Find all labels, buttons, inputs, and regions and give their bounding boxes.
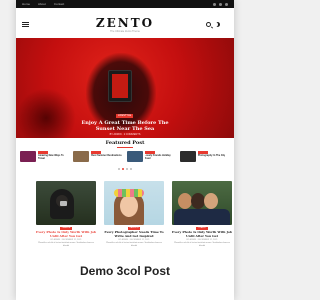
- featured-post-list: Amazing New Ways To Travel Best Summer D…: [20, 151, 230, 165]
- slider-dot-active[interactable]: [122, 168, 124, 170]
- phone-in-hand: [108, 70, 132, 102]
- topbar-link[interactable]: Contact: [54, 2, 64, 6]
- camera-icon: [60, 201, 67, 206]
- topbar-link[interactable]: Home: [22, 2, 30, 6]
- social-icon[interactable]: [225, 2, 228, 6]
- social-icon[interactable]: [219, 2, 222, 6]
- search-icon[interactable]: [206, 22, 211, 27]
- post-meta: BY ADMIN · DECEMBER 12, 2021: [186, 239, 218, 242]
- featured-thumbnail[interactable]: [73, 151, 90, 162]
- top-bar: Home About Contact: [16, 0, 234, 8]
- featured-post-title[interactable]: Lovely Friends Holiday Road: [145, 154, 177, 161]
- slider-dots: [16, 168, 234, 170]
- featured-thumbnail[interactable]: [126, 151, 143, 162]
- three-column-posts: CAMERA Every Photo Is Only Worth With Jo…: [36, 181, 232, 261]
- person-head: [191, 193, 205, 209]
- post-title[interactable]: Every Photographer Needs Time To Write A…: [104, 230, 164, 238]
- topbar-link[interactable]: About: [38, 2, 46, 6]
- theme-demo-card[interactable]: Home About Contact ZENTO The Ultimate Ze…: [16, 0, 234, 300]
- featured-post-title[interactable]: Amazing New Ways To Travel: [38, 154, 70, 161]
- hero-meta: BY ADMIN · 2 COMMENTS: [109, 133, 141, 136]
- hero-title[interactable]: Enjoy A Great Time Before The Sunset Nea…: [16, 120, 234, 132]
- featured-thumbnail[interactable]: [20, 151, 36, 162]
- featured-post[interactable]: Photography In The City: [179, 151, 230, 165]
- post-meta: BY ADMIN · DECEMBER 12, 2021: [118, 239, 150, 242]
- slider-dot[interactable]: [118, 168, 120, 170]
- post-card[interactable]: TRAVEL Every Photo Is Only Worth With Jo…: [172, 181, 232, 261]
- post-excerpt: Phasellus vel elit ut lectus tincidunt o…: [38, 242, 94, 247]
- featured-post-title[interactable]: Photography In The City: [198, 154, 226, 158]
- post-image[interactable]: [36, 181, 96, 225]
- post-title[interactable]: Every Photo Is Only Worth With Job Until…: [172, 230, 232, 238]
- post-card[interactable]: FASHION Every Photographer Needs Time To…: [104, 181, 164, 261]
- site-logo[interactable]: ZENTO: [16, 16, 234, 30]
- slider-dot[interactable]: [126, 168, 128, 170]
- featured-post-title[interactable]: Best Summer Destinations: [91, 154, 121, 158]
- post-image[interactable]: [172, 181, 232, 225]
- group-bodies: [174, 209, 230, 225]
- post-card[interactable]: CAMERA Every Photo Is Only Worth With Jo…: [36, 181, 96, 261]
- site-tagline: The Ultimate Zento Theme: [110, 30, 140, 33]
- demo-caption: Demo 3col Post: [79, 264, 171, 278]
- social-icons: [213, 2, 228, 6]
- post-title[interactable]: Every Photo Is Only Worth With Job Until…: [36, 230, 96, 238]
- site-header: ZENTO The Ultimate Zento Theme: [16, 8, 234, 38]
- dark-mode-icon[interactable]: [215, 22, 220, 27]
- post-excerpt: Phasellus vel elit ut lectus tincidunt o…: [106, 242, 162, 247]
- featured-thumbnail[interactable]: [179, 151, 196, 162]
- post-meta: BY ADMIN · DECEMBER 12, 2021: [50, 239, 82, 242]
- hero-title-line: Sunset Near The Sea: [95, 126, 155, 132]
- slider-dot[interactable]: [130, 168, 132, 170]
- featured-section-title: Featured Post: [105, 140, 145, 146]
- flower-crown: [114, 189, 144, 197]
- featured-post[interactable]: Lovely Friends Holiday Road: [126, 151, 177, 165]
- featured-post[interactable]: Amazing New Ways To Travel: [20, 151, 70, 165]
- hero-slider[interactable]: LIFESTYLE Enjoy A Great Time Before The …: [16, 38, 234, 138]
- face: [120, 195, 138, 217]
- section-divider: [117, 147, 133, 148]
- person-head: [178, 193, 192, 209]
- person-head: [204, 193, 218, 209]
- social-icon[interactable]: [213, 2, 216, 6]
- hero-category-badge[interactable]: LIFESTYLE: [116, 114, 134, 118]
- post-image[interactable]: [104, 181, 164, 225]
- post-excerpt: Phasellus vel elit ut lectus tincidunt o…: [174, 242, 230, 247]
- featured-post[interactable]: Best Summer Destinations: [73, 151, 123, 165]
